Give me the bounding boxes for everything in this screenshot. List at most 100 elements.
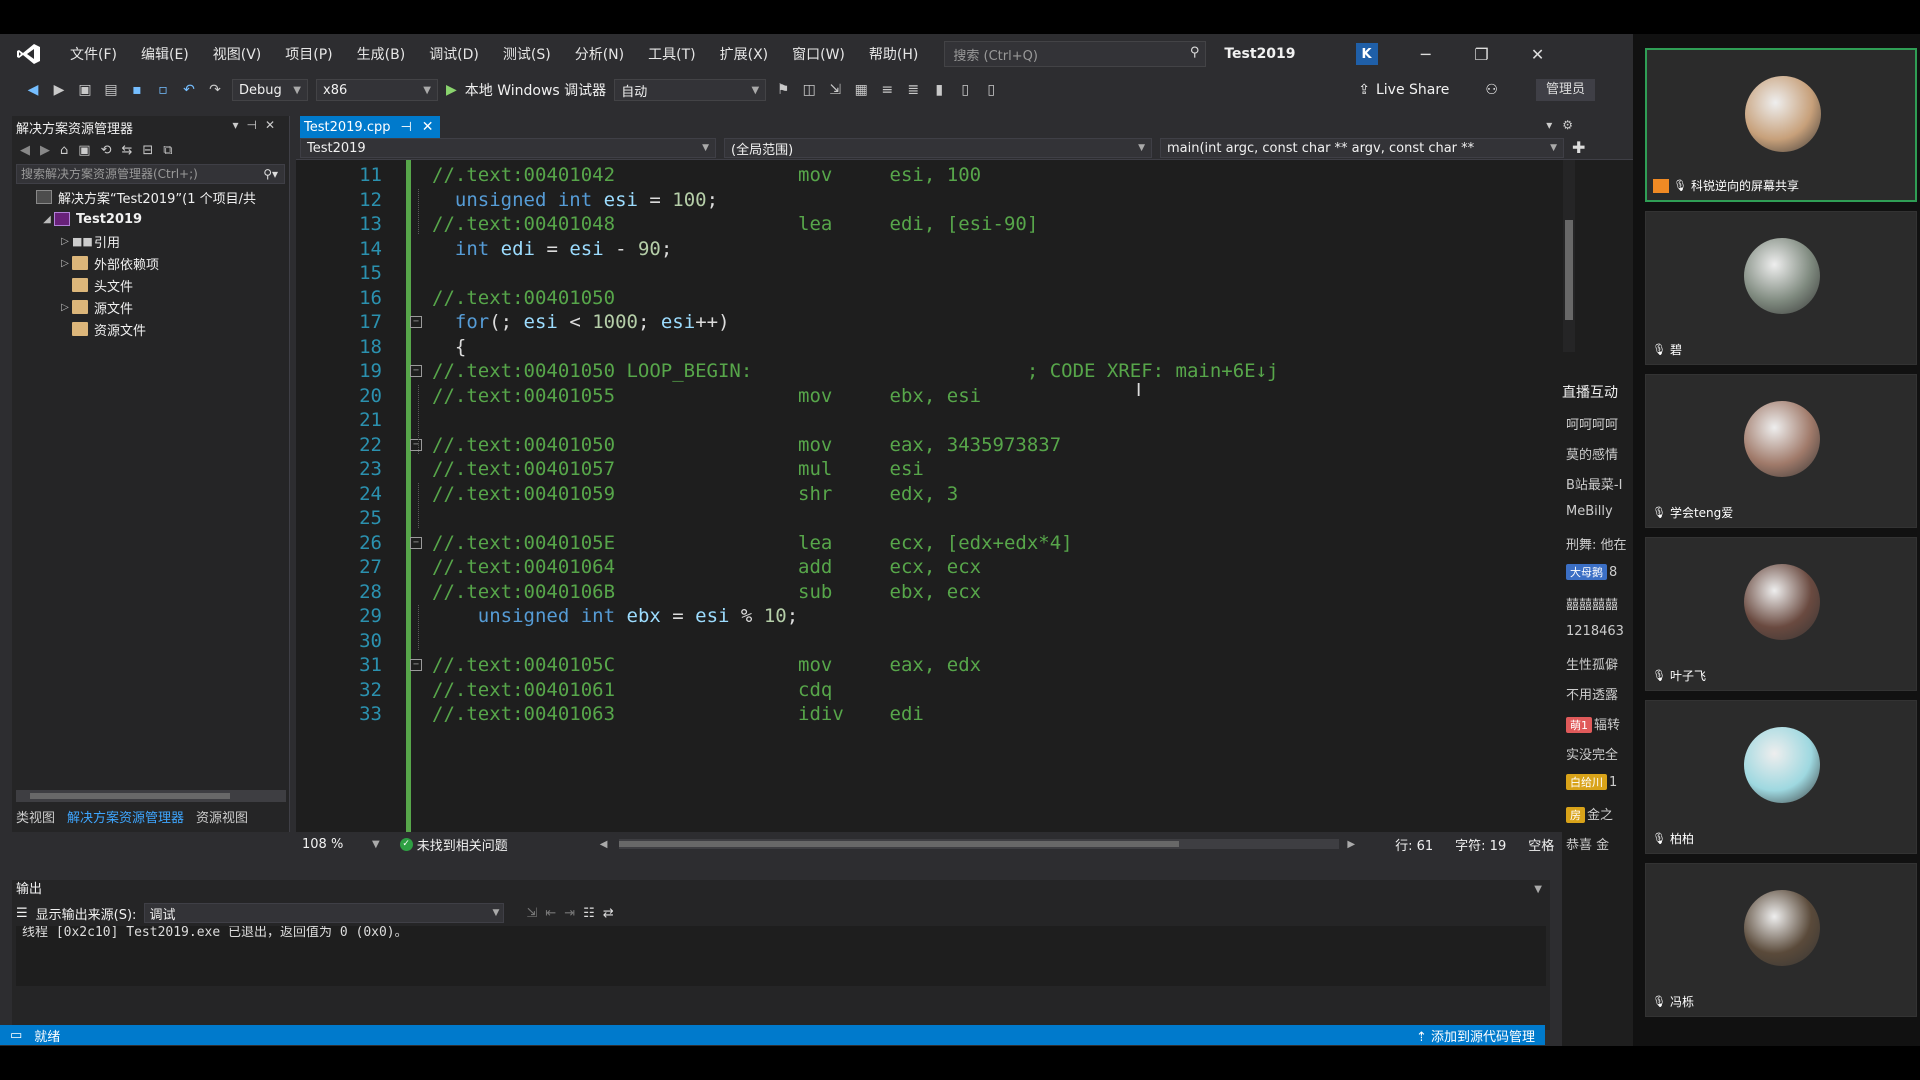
back-icon[interactable]: ◀ <box>24 81 42 99</box>
scroll-left-icon[interactable]: ◀ <box>600 839 608 850</box>
participant-tile[interactable]: 🎙 碧 <box>1645 211 1917 365</box>
prev-message-icon[interactable]: ⇤ <box>545 906 556 921</box>
bookmark-icon[interactable]: ▮ <box>930 81 948 99</box>
toolbar-tool-icon[interactable]: ⇲ <box>826 81 844 99</box>
start-debug-icon[interactable]: ▶ <box>446 82 457 98</box>
chevron-down-icon[interactable]: ▼ <box>372 839 380 850</box>
toolbar-tool-icon[interactable]: ≣ <box>904 81 922 99</box>
toolbar-tool-icon[interactable]: ▯ <box>956 81 974 99</box>
split-icon[interactable]: ✚ <box>1572 138 1585 159</box>
panel-controls-icon[interactable]: ▾⊣✕ <box>232 118 283 132</box>
tree-item[interactable]: 资源文件 <box>12 318 289 340</box>
output-text[interactable]: 线程 [0x2c10] Test2019.exe 已退出，返回值为 0 (0x0… <box>16 926 1546 986</box>
sync-icon[interactable]: ⇆ <box>121 143 132 158</box>
nav-project-select[interactable]: Test2019 ▼ <box>300 138 716 158</box>
expand-arrow-icon[interactable]: ▷ <box>58 236 72 247</box>
menu-item[interactable]: 项目(P) <box>273 44 344 64</box>
menu-item[interactable]: 视图(V) <box>201 44 274 64</box>
toolbar-tool-icon[interactable]: ◫ <box>800 81 818 99</box>
open-file-icon[interactable]: ▤ <box>102 81 120 99</box>
menu-item[interactable]: 编辑(E) <box>129 44 201 64</box>
menu-item[interactable]: 分析(N) <box>563 44 636 64</box>
collapse-icon[interactable]: − <box>410 365 422 377</box>
expand-arrow-icon[interactable]: ▷ <box>58 258 72 269</box>
back-icon[interactable]: ◀ <box>20 143 30 158</box>
debugger-label[interactable]: 本地 Windows 调试器 <box>465 80 606 100</box>
panel-tab[interactable]: 资源视图 <box>196 807 248 826</box>
nav-function-select[interactable]: main(int argc, const char ** argv, const… <box>1160 138 1564 158</box>
save-all-icon[interactable]: ▫ <box>154 81 172 99</box>
menu-item[interactable]: 测试(S) <box>491 44 563 64</box>
zoom-level[interactable]: 108 % <box>296 837 372 852</box>
toolbar-tool-icon[interactable]: ▦ <box>852 81 870 99</box>
menu-item[interactable]: 窗口(W) <box>780 44 857 64</box>
scroll-right-icon[interactable]: ▶ <box>1347 839 1355 850</box>
issues-indicator[interactable]: ✓ 未找到相关问题 <box>399 835 600 854</box>
expand-arrow-icon[interactable]: ▷ <box>58 302 72 313</box>
find-icon[interactable]: ⇲ <box>526 906 537 921</box>
toolbar-tool-icon[interactable]: ≡ <box>878 81 896 99</box>
solution-search-input[interactable]: 搜索解决方案资源管理器(Ctrl+;) ⚲▾ <box>16 164 285 184</box>
auto-select[interactable]: 自动 ▼ <box>614 79 767 101</box>
participant-tile[interactable]: 🎙 冯栎 <box>1645 863 1917 1017</box>
expand-arrow-icon[interactable]: ◢ <box>40 214 54 225</box>
nav-scope-select[interactable]: (全局范围) ▼ <box>724 138 1152 158</box>
participant-tile[interactable]: 🎙 叶子飞 <box>1645 537 1917 691</box>
account-avatar[interactable]: K <box>1355 43 1378 65</box>
forward-icon[interactable]: ▶ <box>40 143 50 158</box>
output-menu-icon[interactable]: ☰ <box>16 906 28 921</box>
tree-item[interactable]: 解决方案“Test2019”(1 个项目/共 <box>12 186 289 208</box>
menu-item[interactable]: 工具(T) <box>636 44 707 64</box>
menu-item[interactable]: 调试(D) <box>417 44 491 64</box>
menu-item[interactable]: 生成(B) <box>345 44 418 64</box>
pending-changes-icon[interactable]: ⟲ <box>101 143 112 158</box>
config-select[interactable]: Debug ▼ <box>232 79 308 101</box>
collapse-icon[interactable]: − <box>410 536 422 549</box>
close-icon[interactable]: ✕ <box>1510 45 1566 64</box>
output-source-select[interactable]: 调试 ▼ <box>144 903 505 923</box>
search-box[interactable]: 搜索 (Ctrl+Q) ⚲ <box>944 41 1207 67</box>
save-icon[interactable]: ▪ <box>128 81 146 99</box>
new-project-icon[interactable]: ▣ <box>76 81 94 99</box>
tree-item[interactable]: 头文件 <box>12 274 289 296</box>
tab-test2019-cpp[interactable]: Test2019.cpp ⊣ ✕ <box>300 116 440 138</box>
editor-horizontal-scrollbar[interactable] <box>619 839 1340 849</box>
close-icon[interactable]: ✕ <box>422 119 434 135</box>
forward-icon[interactable]: ▶ <box>50 81 68 99</box>
show-all-files-icon[interactable]: ⧉ <box>163 143 172 158</box>
participant-tile[interactable]: 🎙 学会teng爱 <box>1645 374 1917 528</box>
platform-select[interactable]: x86 ▼ <box>316 79 438 101</box>
switch-views-icon[interactable]: ▣ <box>78 143 90 158</box>
code-area[interactable]: I 11//.text:00401042 mov esi, 100 12 unsi… <box>300 160 1568 832</box>
pin-icon[interactable]: ⊣ <box>400 120 411 135</box>
participant-tile[interactable]: 🎙 科锐逆向的屏幕共享 <box>1645 48 1917 202</box>
collapse-icon[interactable]: − <box>410 438 422 451</box>
source-control-button[interactable]: ⇡ 添加到源代码管理 <box>1416 1026 1535 1045</box>
toolbar-tool-icon[interactable]: ⚑ <box>774 81 792 99</box>
restore-icon[interactable]: ❐ <box>1454 45 1510 64</box>
menu-item[interactable]: 帮助(H) <box>857 44 930 64</box>
tree-item[interactable]: ◢ Test2019 <box>12 208 289 230</box>
menu-item[interactable]: 扩展(X) <box>708 44 781 64</box>
code-line[interactable]: 33 //.text:00401063 idiv edi <box>300 699 1568 729</box>
tree-item[interactable]: ▷ 外部依赖项 <box>12 252 289 274</box>
panel-tab[interactable]: 解决方案资源管理器 <box>67 807 184 826</box>
participant-tile[interactable]: 🎙 柏柏 <box>1645 700 1917 854</box>
collapse-icon[interactable]: − <box>410 659 422 671</box>
collapse-all-icon[interactable]: ⊟ <box>142 143 153 158</box>
chevron-down-icon[interactable]: ▼ <box>1534 880 1542 900</box>
redo-icon[interactable]: ↷ <box>206 81 224 99</box>
horizontal-scrollbar[interactable] <box>16 790 286 802</box>
next-message-icon[interactable]: ⇥ <box>564 906 575 921</box>
undo-icon[interactable]: ↶ <box>180 81 198 99</box>
feedback-icon[interactable]: ⚇ <box>1485 82 1498 98</box>
tree-item[interactable]: ▷ ■■ 引用 <box>12 230 289 252</box>
live-share-button[interactable]: ⇪ Live Share ⚇ <box>1358 82 1498 98</box>
clear-all-icon[interactable]: ☷ <box>583 906 595 921</box>
tab-overflow-icon[interactable]: ▾⚙ <box>1546 118 1583 132</box>
panel-tab[interactable]: 类视图 <box>16 807 55 826</box>
collapse-icon[interactable]: − <box>410 316 422 328</box>
menu-item[interactable]: 文件(F) <box>58 44 129 64</box>
word-wrap-icon[interactable]: ⇄ <box>603 906 614 921</box>
toolbar-tool-icon[interactable]: ▯ <box>982 81 1000 99</box>
